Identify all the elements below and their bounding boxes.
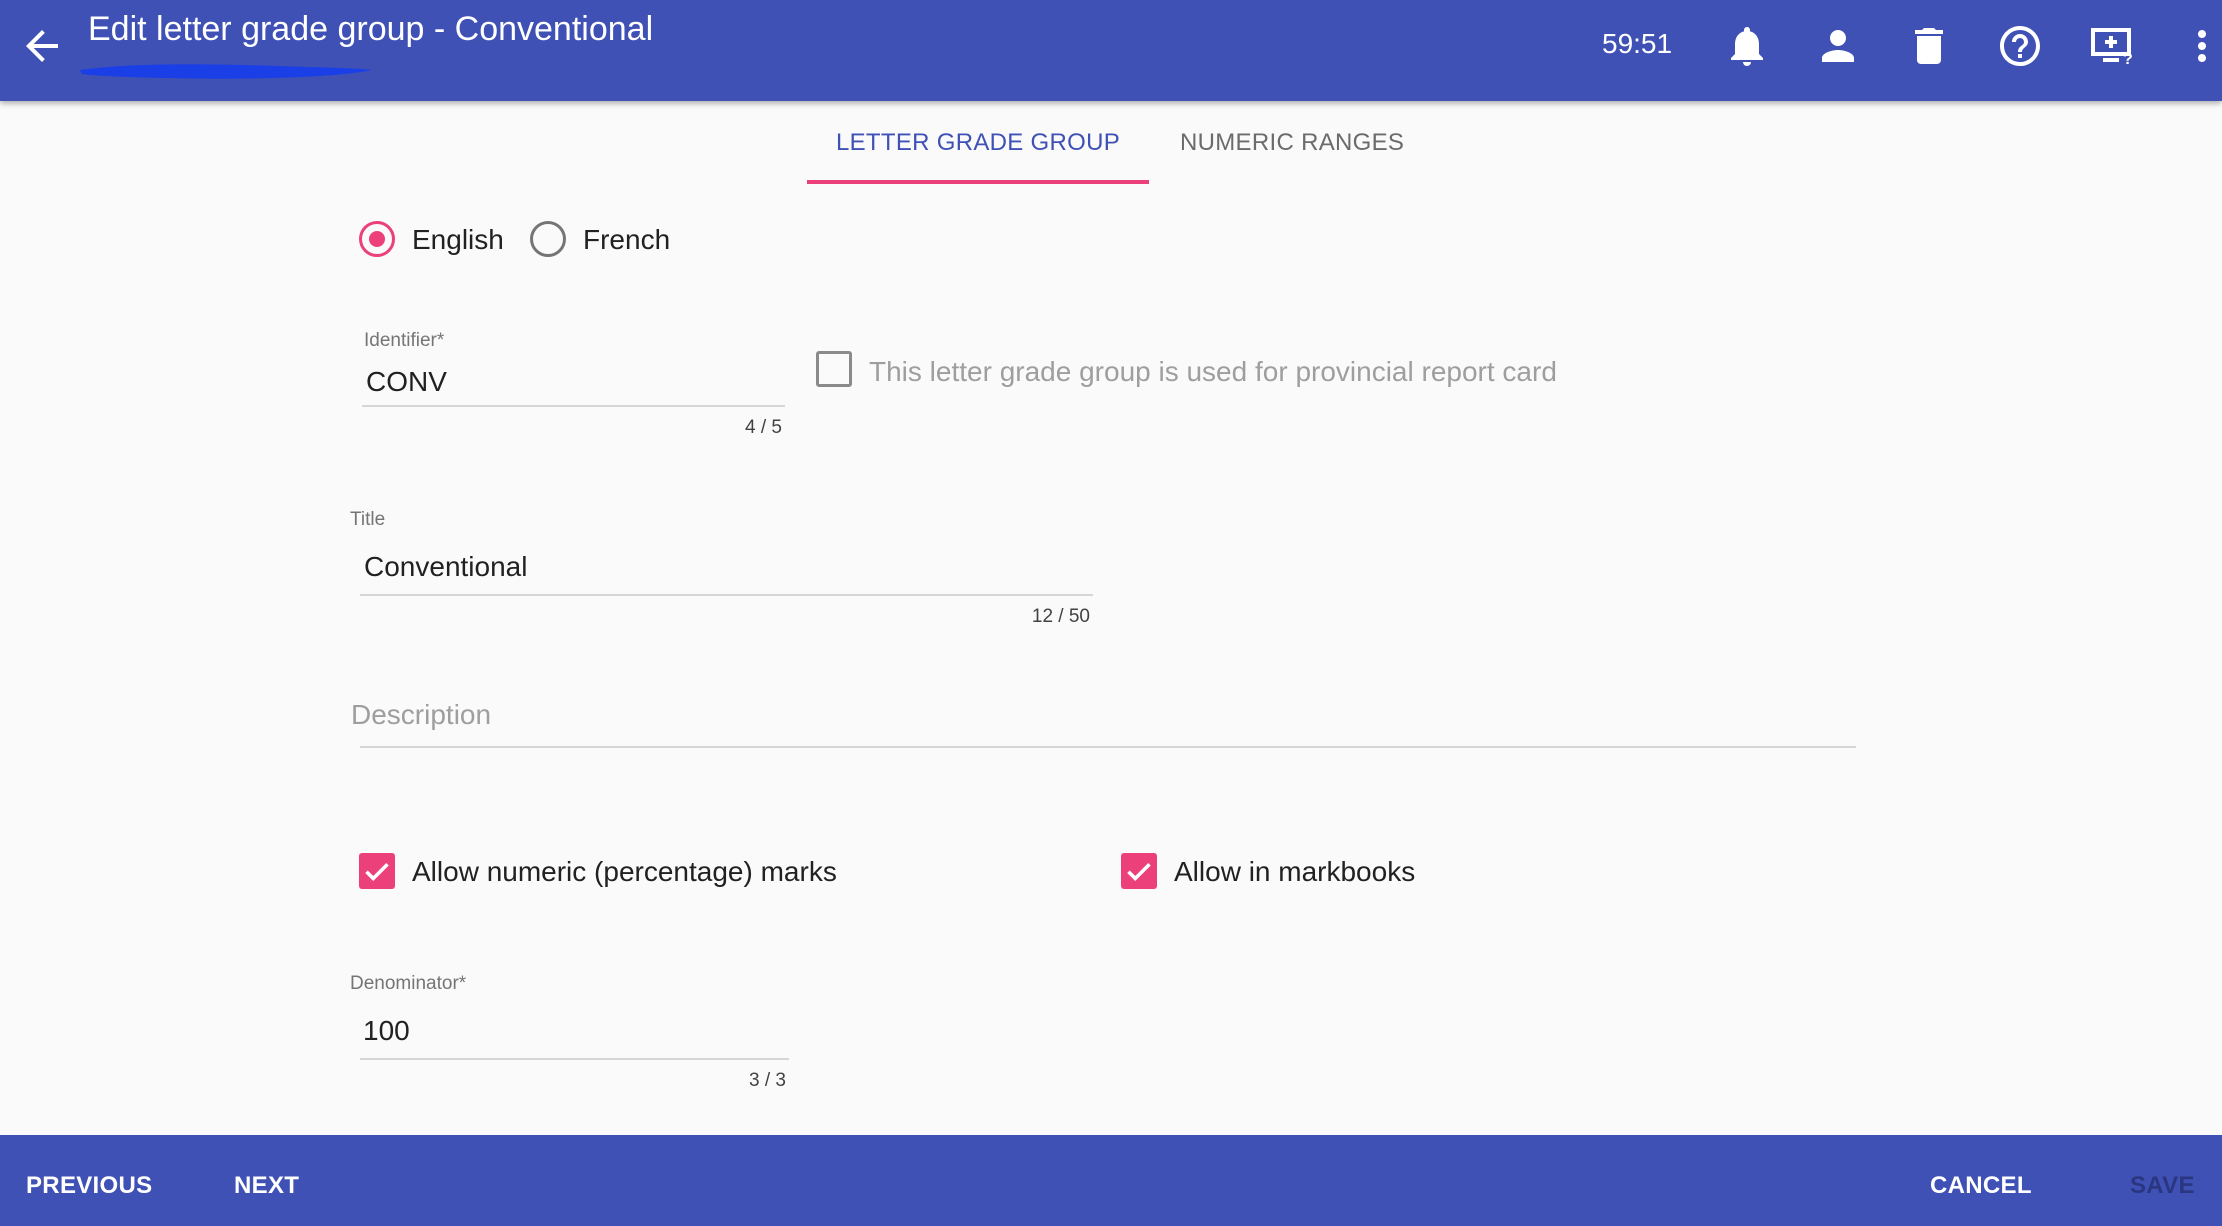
redaction-scribble	[80, 64, 372, 79]
denominator-counter: 3 / 3	[749, 1070, 786, 1091]
more-vert-icon[interactable]	[2178, 22, 2222, 70]
screen-help-icon[interactable]: ?	[2087, 22, 2135, 70]
previous-button[interactable]: PREVIOUS	[26, 1172, 152, 1200]
denominator-input[interactable]: 100	[360, 1009, 789, 1059]
page-title: Edit letter grade group - Conventional	[88, 10, 654, 48]
description-underline	[360, 746, 1856, 748]
title-value: Conventional	[364, 551, 528, 582]
next-button[interactable]: NEXT	[234, 1172, 299, 1200]
back-arrow-icon[interactable]	[18, 22, 66, 70]
allow-markbooks-label[interactable]: Allow in markbooks	[1174, 856, 1415, 888]
denominator-label: Denominator*	[350, 973, 467, 994]
save-button[interactable]: SAVE	[2130, 1172, 2195, 1200]
radio-english-label[interactable]: English	[412, 224, 504, 256]
svg-text:?: ?	[2123, 51, 2133, 68]
allow-numeric-checkbox[interactable]	[359, 853, 395, 889]
bottom-action-bar	[0, 1135, 2222, 1226]
identifier-input[interactable]: CONV	[362, 358, 785, 408]
denominator-underline	[360, 1058, 789, 1060]
allow-markbooks-checkbox[interactable]	[1121, 853, 1157, 889]
identifier-value: CONV	[366, 366, 447, 397]
radio-french-label[interactable]: French	[583, 224, 670, 256]
help-icon[interactable]	[1996, 22, 2044, 70]
identifier-counter: 4 / 5	[745, 417, 782, 438]
active-tab-indicator	[807, 180, 1149, 184]
trash-icon[interactable]	[1905, 22, 1953, 70]
radio-french[interactable]	[530, 221, 566, 257]
check-icon	[1127, 862, 1151, 882]
top-app-bar: Edit letter grade group - Conventional 5…	[0, 0, 2222, 101]
radio-english[interactable]	[359, 221, 395, 257]
tab-numeric-ranges[interactable]: NUMERIC RANGES	[1149, 100, 1757, 185]
identifier-underline	[362, 405, 785, 407]
tab-letter-grade-group[interactable]: LETTER GRADE GROUP	[807, 100, 1149, 185]
provincial-checkbox[interactable]	[816, 351, 852, 387]
description-placeholder: Description	[351, 699, 492, 730]
cancel-button[interactable]: CANCEL	[1930, 1172, 2032, 1200]
bell-icon[interactable]	[1723, 22, 1771, 70]
title-input[interactable]: Conventional	[360, 545, 1093, 595]
provincial-checkbox-label[interactable]: This letter grade group is used for prov…	[869, 356, 1557, 388]
allow-numeric-label[interactable]: Allow numeric (percentage) marks	[412, 856, 837, 888]
title-counter: 12 / 50	[1031, 606, 1090, 627]
title-underline	[360, 594, 1093, 596]
denominator-value: 100	[363, 1015, 410, 1046]
check-icon	[365, 862, 389, 882]
session-timer: 59:51	[1602, 28, 1673, 59]
identifier-label: Identifier*	[364, 330, 445, 351]
description-input[interactable]: Description	[350, 690, 1856, 746]
title-label: Title	[350, 509, 386, 530]
user-icon[interactable]	[1814, 22, 1862, 70]
